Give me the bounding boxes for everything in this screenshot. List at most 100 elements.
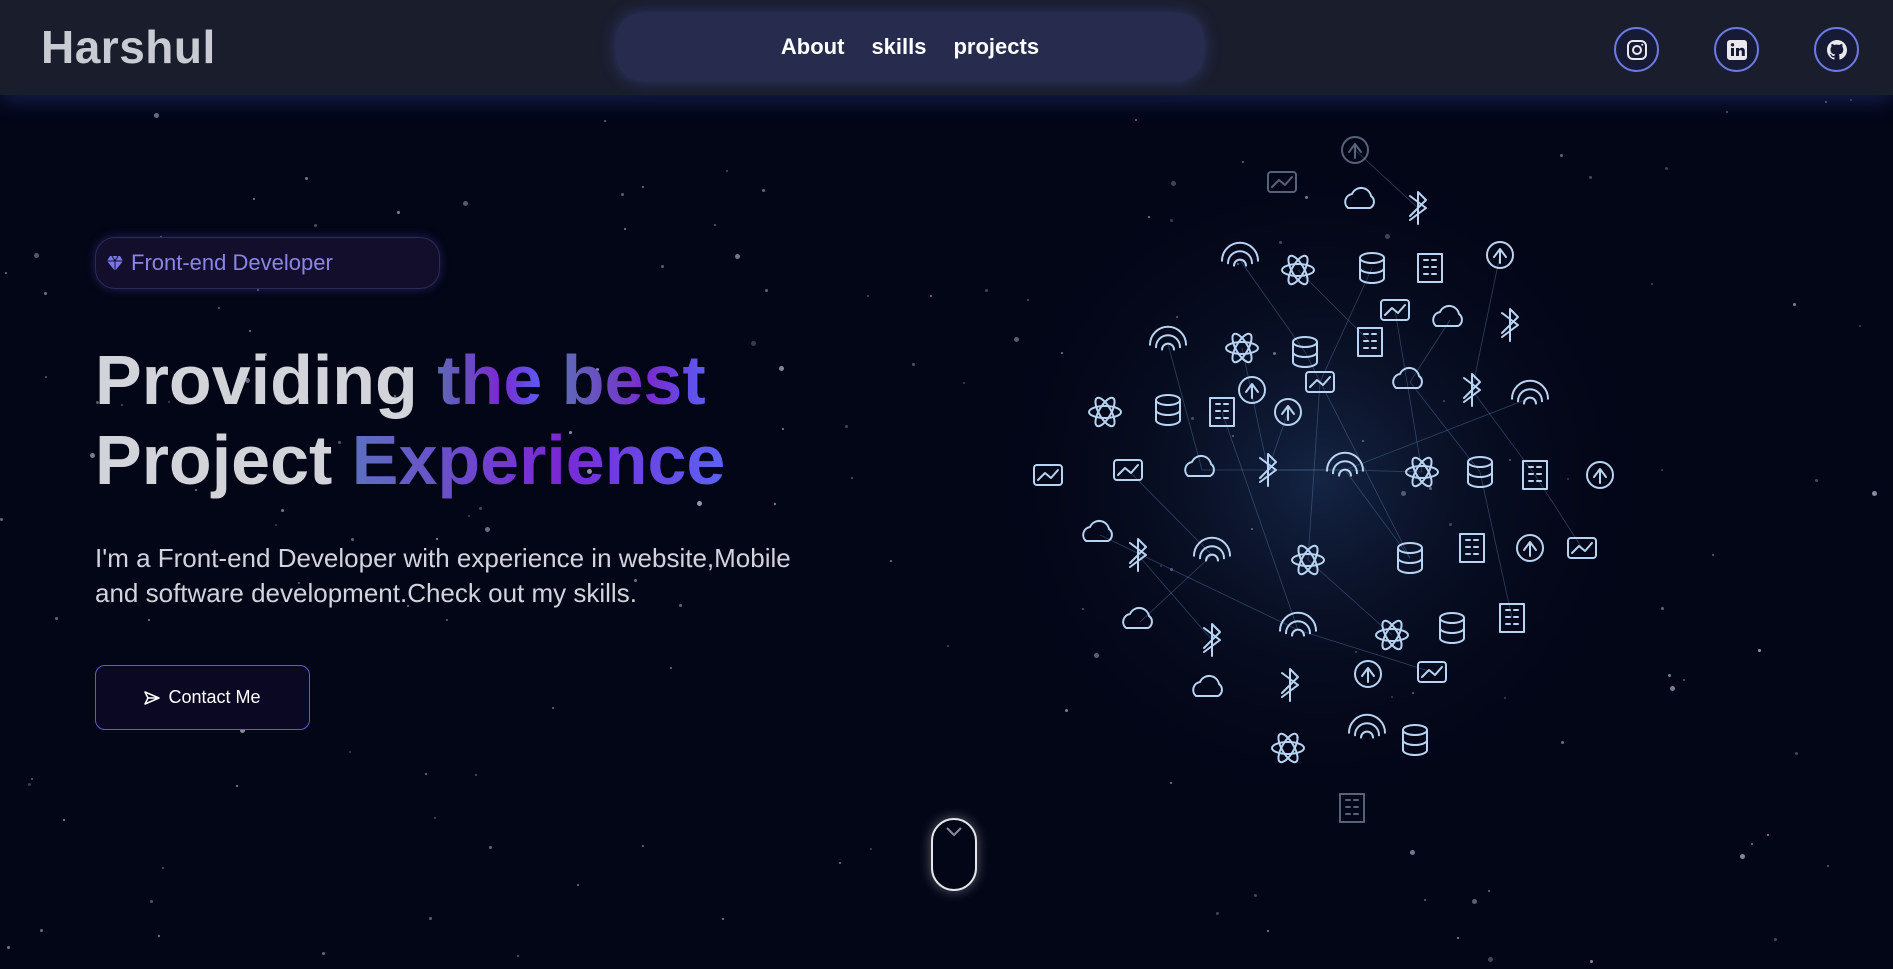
star [642, 186, 644, 188]
star [714, 224, 716, 226]
star [845, 425, 848, 428]
star [34, 253, 39, 258]
star [158, 935, 160, 937]
star [661, 265, 664, 268]
star [349, 751, 351, 753]
star [1825, 101, 1827, 103]
gem-icon [107, 255, 123, 271]
star [281, 509, 284, 512]
star [479, 507, 482, 510]
star [154, 113, 159, 118]
chevron-down-icon [946, 827, 962, 837]
star [45, 376, 47, 378]
scroll-down-indicator[interactable] [931, 818, 977, 891]
contact-button[interactable]: Contact Me [95, 665, 310, 730]
star [722, 918, 724, 920]
role-badge: Front-end Developer [95, 237, 440, 289]
nav-link-about[interactable]: About [781, 34, 845, 60]
star [1774, 938, 1777, 941]
star [1216, 912, 1219, 915]
star [31, 778, 33, 780]
star [55, 617, 58, 620]
description-line: and software development.Check out my sk… [95, 578, 637, 608]
star [947, 645, 949, 647]
star [485, 527, 490, 532]
star [257, 289, 259, 291]
star [726, 170, 728, 172]
send-icon [144, 690, 161, 705]
star [44, 292, 47, 295]
headline-gradient-text: the [437, 341, 543, 419]
star [1488, 957, 1493, 962]
star [1410, 850, 1415, 855]
star [434, 817, 436, 819]
star [1488, 890, 1490, 892]
star [1740, 854, 1745, 859]
star [475, 774, 477, 776]
star [1726, 111, 1728, 113]
star [1254, 894, 1257, 897]
headline-gradient-text: best [561, 341, 706, 419]
star [577, 884, 579, 886]
nav-link-skills[interactable]: skills [871, 34, 926, 60]
star [1795, 752, 1798, 755]
star [963, 382, 965, 384]
star [275, 524, 277, 526]
star [1590, 960, 1593, 963]
nav-link-projects[interactable]: projects [953, 34, 1039, 60]
star [1424, 899, 1426, 901]
star [735, 254, 740, 259]
brand-logo[interactable]: Harshul [41, 20, 216, 74]
star [425, 773, 427, 775]
star [642, 845, 644, 847]
contact-button-label: Contact Me [168, 687, 261, 707]
star [1850, 99, 1852, 101]
star [930, 295, 932, 297]
instagram-icon [1626, 39, 1647, 60]
star [253, 198, 255, 200]
star [148, 619, 150, 621]
star [446, 619, 448, 621]
star [1872, 491, 1877, 496]
star [489, 846, 492, 849]
star [1767, 834, 1769, 836]
instagram-button[interactable] [1614, 27, 1659, 72]
star [779, 366, 784, 371]
star [429, 917, 432, 920]
star [468, 515, 470, 517]
star [7, 946, 10, 949]
star [28, 783, 31, 786]
star [63, 819, 65, 821]
star [1793, 303, 1796, 306]
headline-word: Providing [95, 341, 418, 419]
github-button[interactable] [1814, 27, 1859, 72]
star [397, 211, 400, 214]
linkedin-icon [1726, 39, 1747, 60]
star [774, 503, 776, 505]
github-icon [1826, 39, 1847, 60]
description-line: I'm a Front-end Developer with experienc… [95, 543, 791, 573]
star [517, 955, 519, 957]
star [0, 518, 3, 521]
star [218, 307, 220, 309]
star [1758, 649, 1761, 652]
star [624, 228, 626, 230]
star [314, 224, 317, 227]
star [670, 667, 672, 669]
star [621, 193, 624, 196]
star [1267, 930, 1269, 932]
star [1457, 937, 1459, 939]
navbar: Harshul About skills projects [0, 0, 1893, 95]
star [870, 848, 872, 850]
star [322, 952, 325, 955]
star [782, 428, 784, 430]
star [867, 295, 869, 297]
linkedin-button[interactable] [1714, 27, 1759, 72]
star [912, 363, 915, 366]
star [1859, 325, 1861, 327]
star [463, 201, 468, 206]
star [236, 785, 238, 787]
hero-description: I'm a Front-end Developer with experienc… [95, 541, 855, 611]
star [851, 477, 853, 479]
headline-word: Project [95, 421, 333, 499]
